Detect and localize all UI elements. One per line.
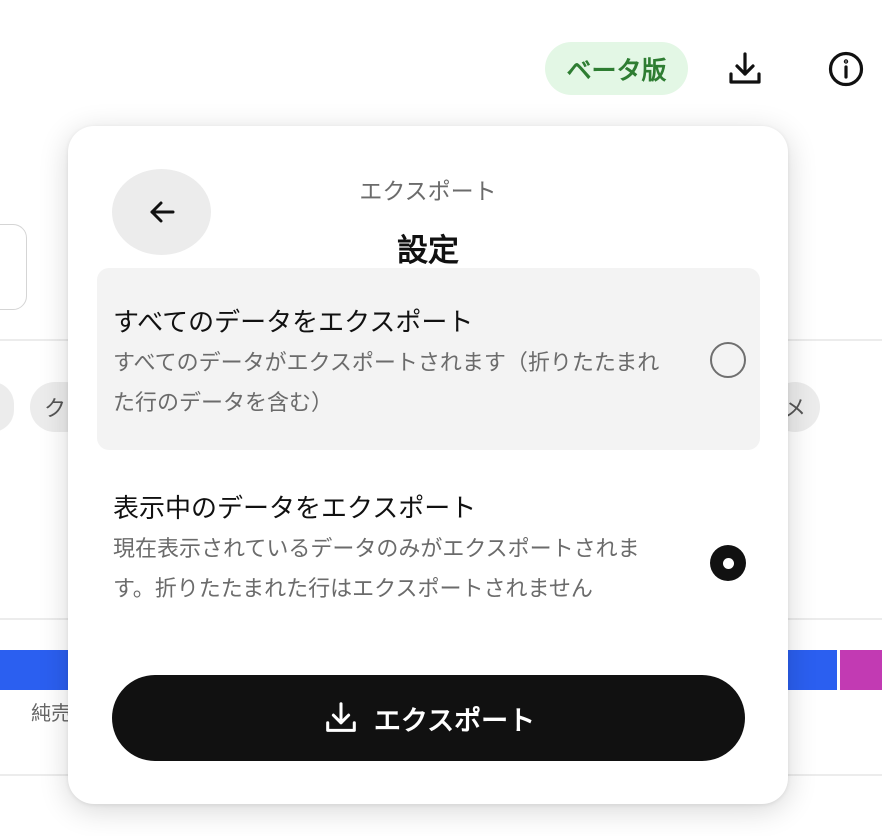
option-title: 表示中のデータをエクスポート (113, 494, 477, 524)
option-description: すべてのデータがエクスポートされます（折りたたまれた行のデータを含む） (113, 351, 660, 416)
export-option-visible-data[interactable]: 表示中のデータをエクスポート 現在表示されているデータのみがエクスポートされます… (97, 473, 760, 648)
chart-bar (840, 650, 882, 690)
beta-badge: ベータ版 (545, 42, 688, 95)
radio-checked[interactable] (710, 545, 746, 581)
radio-unchecked[interactable] (710, 342, 746, 378)
popover-subtitle: エクスポート (359, 179, 497, 205)
export-button-label: エクスポート (373, 705, 536, 737)
filter-chip[interactable] (0, 382, 14, 432)
chart-bar (0, 650, 70, 690)
page: ベータ版 ク メ 純売 エクスポート 設定 すべてのデータをエクスポート すべて… (0, 0, 882, 836)
option-description: 現在表示されているデータのみがエクスポートされます。折りたたまれた行はエクスポー… (113, 537, 640, 602)
export-settings-popover: エクスポート 設定 すべてのデータをエクスポート すべてのデータがエクスポートさ… (68, 126, 788, 804)
background-panel (0, 224, 27, 310)
info-icon[interactable] (823, 46, 869, 92)
popover-title: 設定 (397, 233, 459, 269)
chart-bar (788, 650, 837, 690)
export-option-all-data[interactable]: すべてのデータをエクスポート すべてのデータがエクスポートされます（折りたたまれ… (97, 268, 760, 450)
filter-chip-label: ク (44, 397, 67, 422)
export-button[interactable]: エクスポート (112, 675, 745, 761)
radio-dot (722, 557, 734, 569)
download-icon[interactable] (722, 46, 768, 92)
option-title: すべてのデータをエクスポート (113, 308, 474, 338)
download-icon (326, 702, 356, 732)
chart-label: 純売 (31, 701, 71, 725)
